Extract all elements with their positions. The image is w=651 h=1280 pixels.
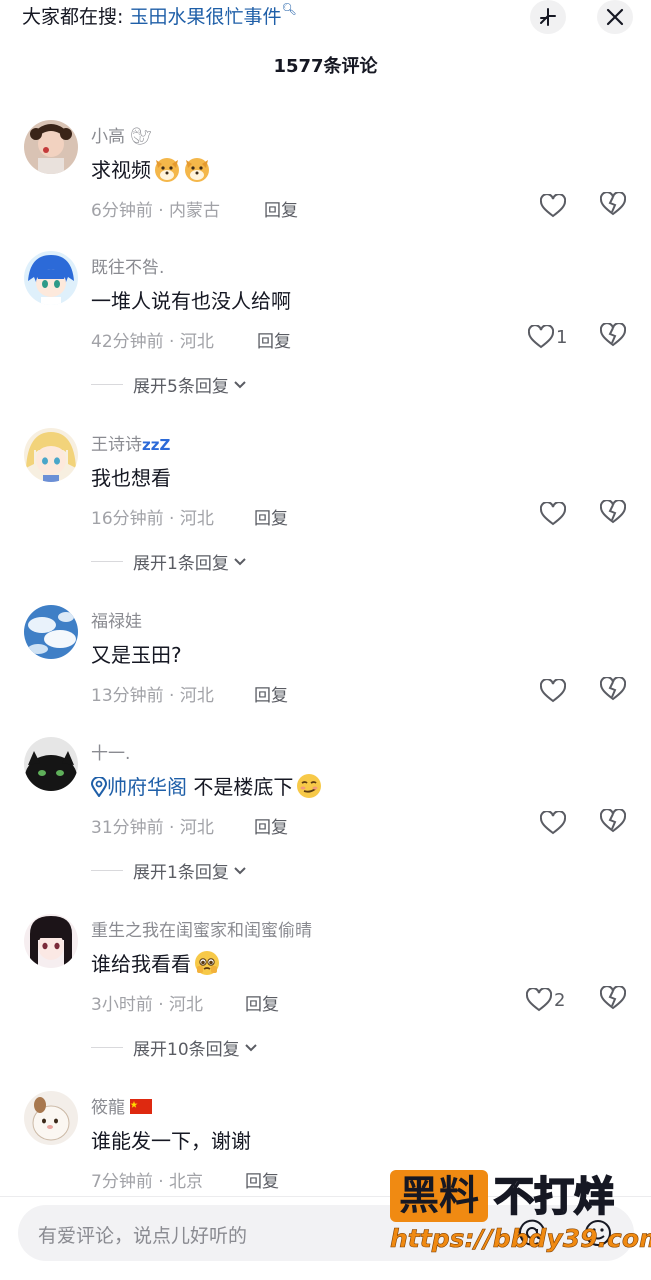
dog-face-emoji-icon [155, 158, 179, 182]
china-flag-icon [130, 1099, 153, 1114]
watermark-badge: 黑料 [390, 1170, 488, 1222]
dislike-button[interactable] [599, 499, 627, 528]
username[interactable]: 小高 🦭︎ [91, 122, 152, 147]
avatar[interactable] [24, 605, 78, 659]
location-pin-icon [90, 776, 108, 798]
heart-icon [540, 502, 566, 526]
avatar[interactable] [24, 251, 78, 305]
chevron-down-icon [234, 866, 246, 874]
search-suggestion[interactable]: 大家都在搜: 玉田水果很忙事件🔍︎ [22, 2, 297, 29]
watermark: 黑料 不打烊 https://bbdy39.com [390, 1170, 651, 1260]
broken-heart-icon [599, 808, 627, 833]
heart-icon [540, 194, 566, 218]
seal-emoji-icon: 🦭︎ [130, 127, 152, 147]
like-button[interactable]: 1 [528, 323, 567, 351]
reply-button[interactable]: 回复 [245, 990, 279, 1015]
comment-text: 帅府华阁 不是楼底下 [90, 771, 323, 800]
dislike-button[interactable] [599, 808, 627, 837]
like-button[interactable] [540, 809, 568, 837]
close-button[interactable] [597, 0, 633, 34]
avatar[interactable] [24, 1091, 78, 1145]
reply-button[interactable]: 回复 [257, 327, 291, 352]
broken-heart-icon [599, 985, 627, 1010]
pleading-face-emoji-icon [195, 951, 219, 975]
expand-replies-button[interactable]: 展开1条回复 [91, 549, 247, 574]
reply-button[interactable]: 回复 [264, 196, 298, 221]
comment-meta: 3小时前 · 河北 [91, 995, 204, 1015]
smirking-face-emoji-icon [297, 774, 322, 798]
broken-heart-icon [599, 499, 627, 524]
dislike-button[interactable] [599, 676, 627, 705]
reply-button[interactable]: 回复 [254, 813, 288, 838]
broken-heart-icon [599, 322, 627, 347]
search-icon: 🔍︎ [281, 2, 297, 16]
shrink-icon [540, 8, 556, 26]
reply-button[interactable]: 回复 [254, 504, 288, 529]
divider [91, 870, 123, 871]
chevron-down-icon [244, 1043, 257, 1051]
input-placeholder: 有爱评论，说点儿好听的 [38, 1225, 248, 1247]
username[interactable]: 十一. [91, 739, 130, 764]
comment-text: 谁能发一下，谢谢 [91, 1129, 251, 1153]
comment-meta: 31分钟前 · 河北 [91, 818, 214, 838]
like-count: 2 [554, 989, 566, 1011]
search-prefix: 大家都在搜: [22, 6, 124, 28]
heart-icon [540, 679, 566, 703]
comment-text: 又是玉田? [91, 643, 182, 667]
avatar[interactable] [24, 737, 78, 791]
heart-icon [540, 811, 566, 835]
heart-icon [526, 988, 552, 1012]
dislike-button[interactable] [599, 985, 627, 1014]
expand-replies-button[interactable]: 展开5条回复 [91, 372, 247, 397]
broken-heart-icon [599, 676, 627, 701]
avatar[interactable] [24, 428, 78, 482]
expand-replies-button[interactable]: 展开10条回复 [91, 1035, 258, 1060]
like-count: 1 [556, 326, 568, 348]
username[interactable]: 福禄娃 [91, 607, 142, 632]
chevron-down-icon [234, 380, 246, 388]
comment-meta: 42分钟前 · 河北 [91, 332, 214, 352]
comment-meta: 16分钟前 · 河北 [91, 509, 214, 529]
dog-face-emoji-icon [185, 158, 209, 182]
search-keyword-link[interactable]: 玉田水果很忙事件 [129, 6, 281, 28]
like-button[interactable] [540, 192, 568, 220]
comment-meta: 13分钟前 · 河北 [91, 686, 214, 706]
comment-text: 谁给我看看 [91, 948, 221, 977]
dislike-button[interactable] [599, 322, 627, 351]
comment-text: 我也想看 [91, 466, 171, 490]
chevron-down-icon [234, 557, 246, 565]
like-button[interactable] [540, 677, 568, 705]
heart-icon [528, 325, 554, 349]
divider [91, 561, 123, 562]
reply-button[interactable]: 回复 [245, 1167, 279, 1192]
divider [91, 1047, 123, 1048]
username[interactable]: 王诗诗zzZ [91, 430, 170, 455]
username[interactable]: 重生之我在闺蜜家和闺蜜偷晴 [91, 916, 312, 941]
expand-replies-button[interactable]: 展开1条回复 [91, 858, 247, 883]
avatar[interactable] [24, 914, 78, 968]
collapse-button[interactable] [530, 0, 566, 34]
broken-heart-icon [599, 191, 627, 216]
username[interactable]: 既往不咎. [91, 253, 164, 278]
comment-text: 一堆人说有也没人给啊 [91, 289, 291, 313]
divider [91, 384, 123, 385]
close-icon [606, 8, 624, 26]
sleep-zzz-icon: zzZ [142, 436, 171, 454]
watermark-url: https://bbdy39.com [390, 1224, 651, 1254]
comment-count-title: 1577条评论 [273, 56, 378, 77]
like-button[interactable] [540, 500, 568, 528]
reply-button[interactable]: 回复 [254, 681, 288, 706]
comment-meta: 6分钟前 · 内蒙古 [91, 201, 221, 221]
avatar[interactable] [24, 120, 78, 174]
location-tag[interactable]: 帅府华阁 [90, 775, 187, 799]
comment-meta: 7分钟前 · 北京 [91, 1172, 204, 1192]
dislike-button[interactable] [599, 191, 627, 220]
like-button[interactable]: 2 [526, 986, 565, 1014]
watermark-text: 不打烊 [493, 1173, 615, 1221]
comment-text: 求视频 [91, 154, 211, 183]
username[interactable]: 筱龍 [91, 1093, 153, 1118]
top-bar: 大家都在搜: 玉田水果很忙事件🔍︎ [0, 0, 651, 40]
